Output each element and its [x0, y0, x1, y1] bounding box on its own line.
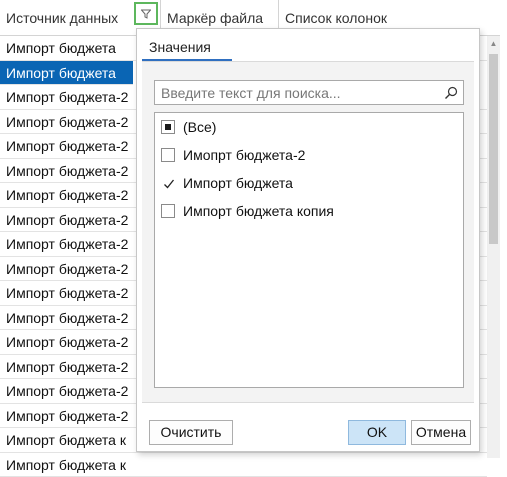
ok-button[interactable]: OK [348, 420, 406, 445]
scrollbar-thumb[interactable] [489, 54, 498, 244]
scroll-up-icon[interactable]: ▲ [487, 36, 500, 50]
vertical-scrollbar[interactable]: ▲ [487, 36, 500, 458]
filter-value-checkbox[interactable] [161, 120, 175, 134]
filter-value-label: Импорт бюджета копия [183, 203, 334, 219]
filter-value-label: Имопрт бюджета-2 [183, 147, 305, 163]
filter-value-item[interactable]: Импорт бюджета копия [155, 197, 463, 225]
filter-value-checkbox[interactable] [161, 148, 175, 162]
filter-icon [141, 9, 151, 19]
filter-popup: Значения (Все) Имопрт бюджета-2 Импорт бюд… [136, 28, 480, 452]
filter-value-checkbox[interactable] [161, 176, 175, 190]
tab-values[interactable]: Значения [142, 35, 232, 61]
values-panel: (Все) Имопрт бюджета-2 Импорт бюджета Импор… [142, 62, 474, 402]
filter-value-item[interactable]: (Все) [155, 113, 463, 141]
table-row[interactable]: Импорт бюджета к [0, 453, 487, 477]
filter-value-label: Импорт бюджета [183, 175, 293, 191]
search-box [154, 80, 464, 105]
clear-button[interactable]: Очистить [149, 420, 233, 445]
table-row[interactable]: Импорт бюджета [0, 61, 133, 86]
filter-value-checkbox[interactable] [161, 204, 175, 218]
filter-value-item[interactable]: Импорт бюджета [155, 169, 463, 197]
cancel-button[interactable]: Отмена [411, 420, 471, 445]
filter-value-label: (Все) [183, 119, 216, 135]
footer-divider [142, 402, 474, 403]
filter-value-item[interactable]: Имопрт бюджета-2 [155, 141, 463, 169]
checkmark-icon [162, 177, 176, 191]
values-list: (Все) Имопрт бюджета-2 Импорт бюджета Импор… [154, 112, 464, 388]
column-filter-button[interactable] [134, 2, 158, 25]
search-icon[interactable] [443, 85, 459, 101]
search-input[interactable] [155, 81, 440, 104]
